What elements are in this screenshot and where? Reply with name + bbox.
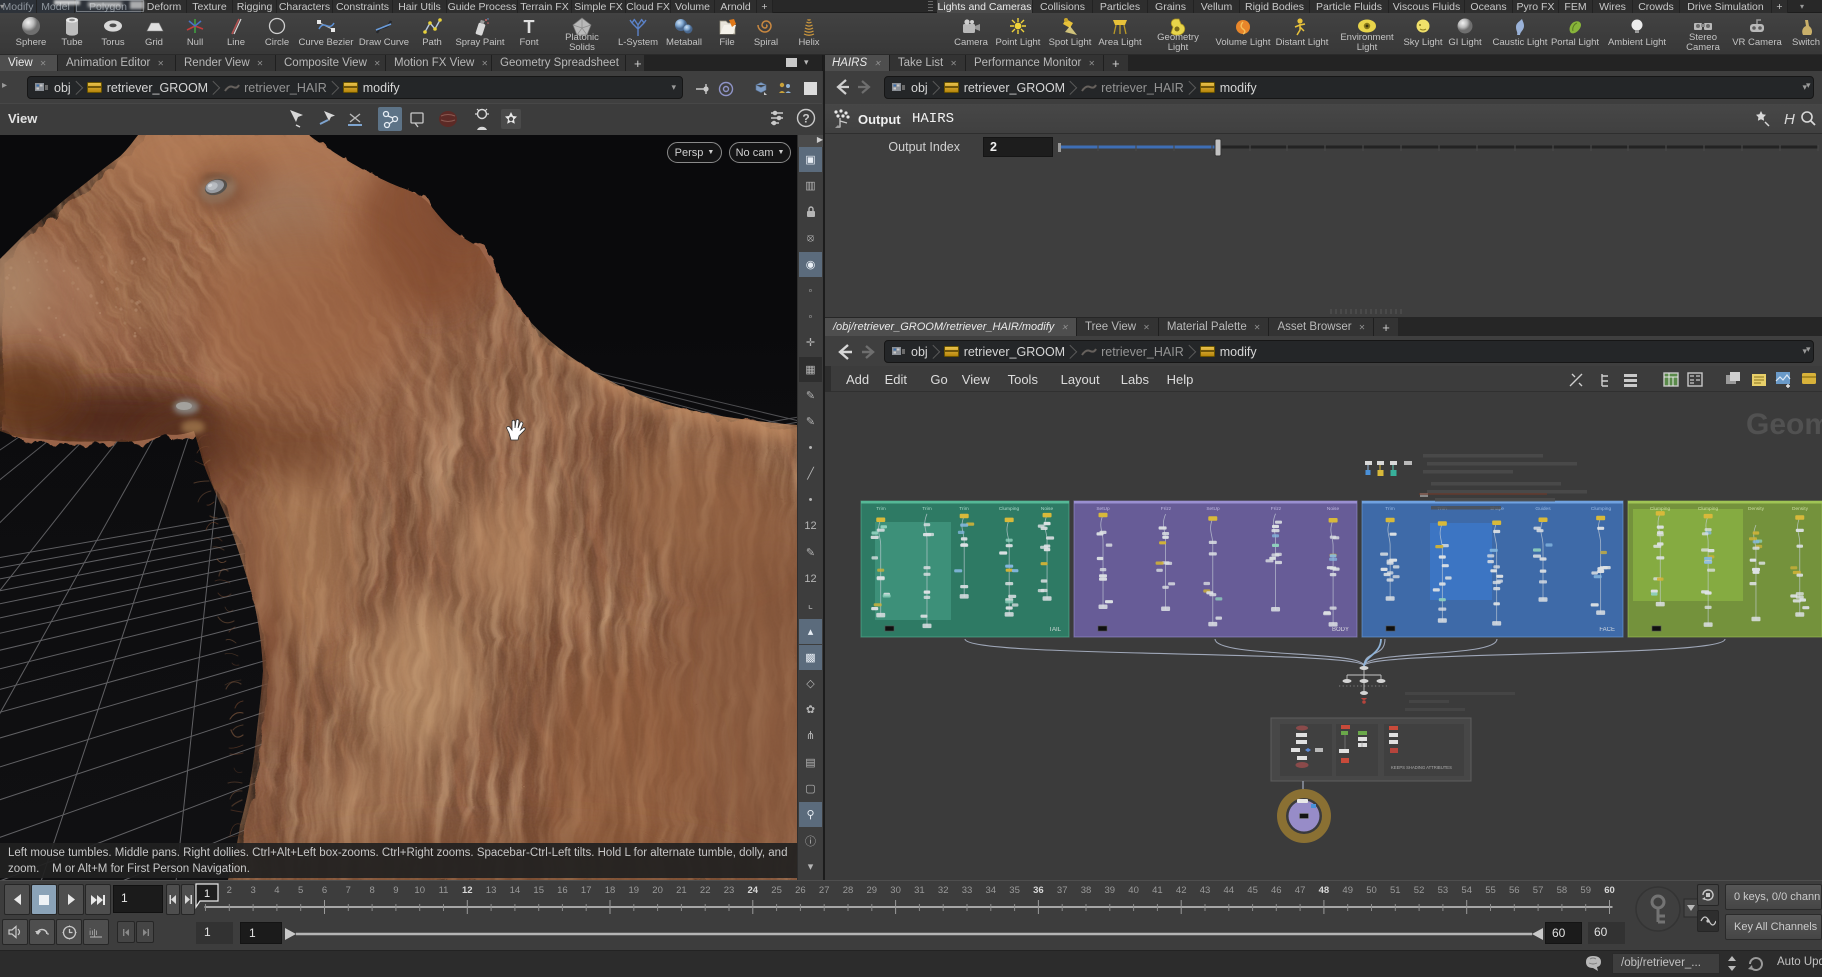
svg-text:33: 33 xyxy=(962,885,973,896)
svg-text:Noise: Noise xyxy=(1041,506,1054,512)
svg-text:20: 20 xyxy=(652,885,663,896)
svg-text:SetUp: SetUp xyxy=(1096,506,1110,512)
svg-text:45: 45 xyxy=(1247,885,1258,896)
svg-text:8: 8 xyxy=(369,885,374,896)
svg-text:48: 48 xyxy=(1319,885,1330,896)
svg-text:51: 51 xyxy=(1390,885,1401,896)
svg-text:24: 24 xyxy=(748,885,759,896)
svg-text:55: 55 xyxy=(1485,885,1496,896)
svg-text:16: 16 xyxy=(557,885,568,896)
svg-text:19: 19 xyxy=(629,885,640,896)
svg-text:18: 18 xyxy=(605,885,616,896)
svg-text:52: 52 xyxy=(1414,885,1425,896)
svg-text:50: 50 xyxy=(1366,885,1377,896)
svg-text:Trim: Trim xyxy=(1385,506,1394,512)
svg-text:Density: Density xyxy=(1748,506,1765,512)
svg-text:41: 41 xyxy=(1152,885,1163,896)
svg-text:4: 4 xyxy=(274,885,279,896)
svg-text:26: 26 xyxy=(795,885,806,896)
svg-text:2: 2 xyxy=(227,885,232,896)
svg-text:12: 12 xyxy=(462,885,473,896)
svg-text:43: 43 xyxy=(1200,885,1211,896)
svg-text:Clumping: Clumping xyxy=(1591,506,1612,512)
svg-text:Guides: Guides xyxy=(1535,506,1551,512)
svg-text:T: T xyxy=(524,17,535,37)
svg-text:Clumping: Clumping xyxy=(1650,506,1671,512)
svg-text:40: 40 xyxy=(1128,885,1139,896)
svg-text:59: 59 xyxy=(1580,885,1591,896)
svg-text:35: 35 xyxy=(1009,885,1020,896)
svg-text:6: 6 xyxy=(322,885,327,896)
svg-text:Noise: Noise xyxy=(1327,506,1340,512)
svg-text:13: 13 xyxy=(486,885,497,896)
svg-text:29: 29 xyxy=(867,885,878,896)
svg-text:38: 38 xyxy=(1081,885,1092,896)
svg-text:22: 22 xyxy=(700,885,711,896)
svg-text:39: 39 xyxy=(1105,885,1116,896)
svg-text:42: 42 xyxy=(1176,885,1187,896)
svg-text:46: 46 xyxy=(1271,885,1282,896)
svg-text:?: ? xyxy=(802,112,809,126)
svg-text:32: 32 xyxy=(938,885,949,896)
svg-text:17: 17 xyxy=(581,885,592,896)
svg-text:27: 27 xyxy=(819,885,830,896)
svg-text:5: 5 xyxy=(298,885,303,896)
svg-text:34: 34 xyxy=(986,885,997,896)
svg-text:Clumping: Clumping xyxy=(999,506,1020,512)
svg-text:7: 7 xyxy=(346,885,351,896)
svg-text:Density: Density xyxy=(1792,506,1809,512)
svg-text:Clumping: Clumping xyxy=(1698,506,1719,512)
svg-text:60: 60 xyxy=(1604,885,1615,896)
svg-text:21: 21 xyxy=(676,885,687,896)
svg-text:Trim: Trim xyxy=(922,506,931,512)
svg-text:47: 47 xyxy=(1295,885,1306,896)
svg-text:Geometry: Geometry xyxy=(1746,408,1822,441)
svg-text:54: 54 xyxy=(1461,885,1472,896)
svg-text:Frizz: Frizz xyxy=(1271,506,1282,512)
svg-text:Trim: Trim xyxy=(876,506,885,512)
svg-text:31: 31 xyxy=(914,885,925,896)
svg-text:49: 49 xyxy=(1342,885,1353,896)
svg-text:SetUp: SetUp xyxy=(1206,506,1220,512)
svg-text:58: 58 xyxy=(1557,885,1568,896)
svg-text:11: 11 xyxy=(439,885,449,896)
svg-text:53: 53 xyxy=(1438,885,1449,896)
svg-text:25: 25 xyxy=(771,885,782,896)
svg-text:30: 30 xyxy=(890,885,901,896)
svg-text:23: 23 xyxy=(724,885,735,896)
svg-text:H: H xyxy=(1784,111,1795,128)
svg-text:28: 28 xyxy=(843,885,854,896)
svg-text:9: 9 xyxy=(393,885,398,896)
svg-text:Frizz: Frizz xyxy=(1161,506,1172,512)
svg-text:10: 10 xyxy=(414,885,425,896)
svg-text:36: 36 xyxy=(1033,885,1044,896)
svg-text:TAIL: TAIL xyxy=(1049,627,1062,633)
svg-text:3: 3 xyxy=(250,885,255,896)
svg-text:Trim: Trim xyxy=(959,506,968,512)
svg-text:44: 44 xyxy=(1224,885,1235,896)
svg-text:37: 37 xyxy=(1057,885,1068,896)
svg-text:ı̇ı|ı: ı̇ı|ı xyxy=(89,928,98,937)
svg-text:14: 14 xyxy=(510,885,521,896)
svg-text:BODY: BODY xyxy=(1332,627,1349,633)
svg-text:57: 57 xyxy=(1533,885,1544,896)
svg-text:56: 56 xyxy=(1509,885,1520,896)
svg-text:FACE: FACE xyxy=(1599,627,1615,633)
svg-text:1: 1 xyxy=(204,888,210,900)
svg-text:KEEPS SHADING ATTRIBUTES: KEEPS SHADING ATTRIBUTES xyxy=(1391,765,1452,770)
svg-text:15: 15 xyxy=(533,885,544,896)
